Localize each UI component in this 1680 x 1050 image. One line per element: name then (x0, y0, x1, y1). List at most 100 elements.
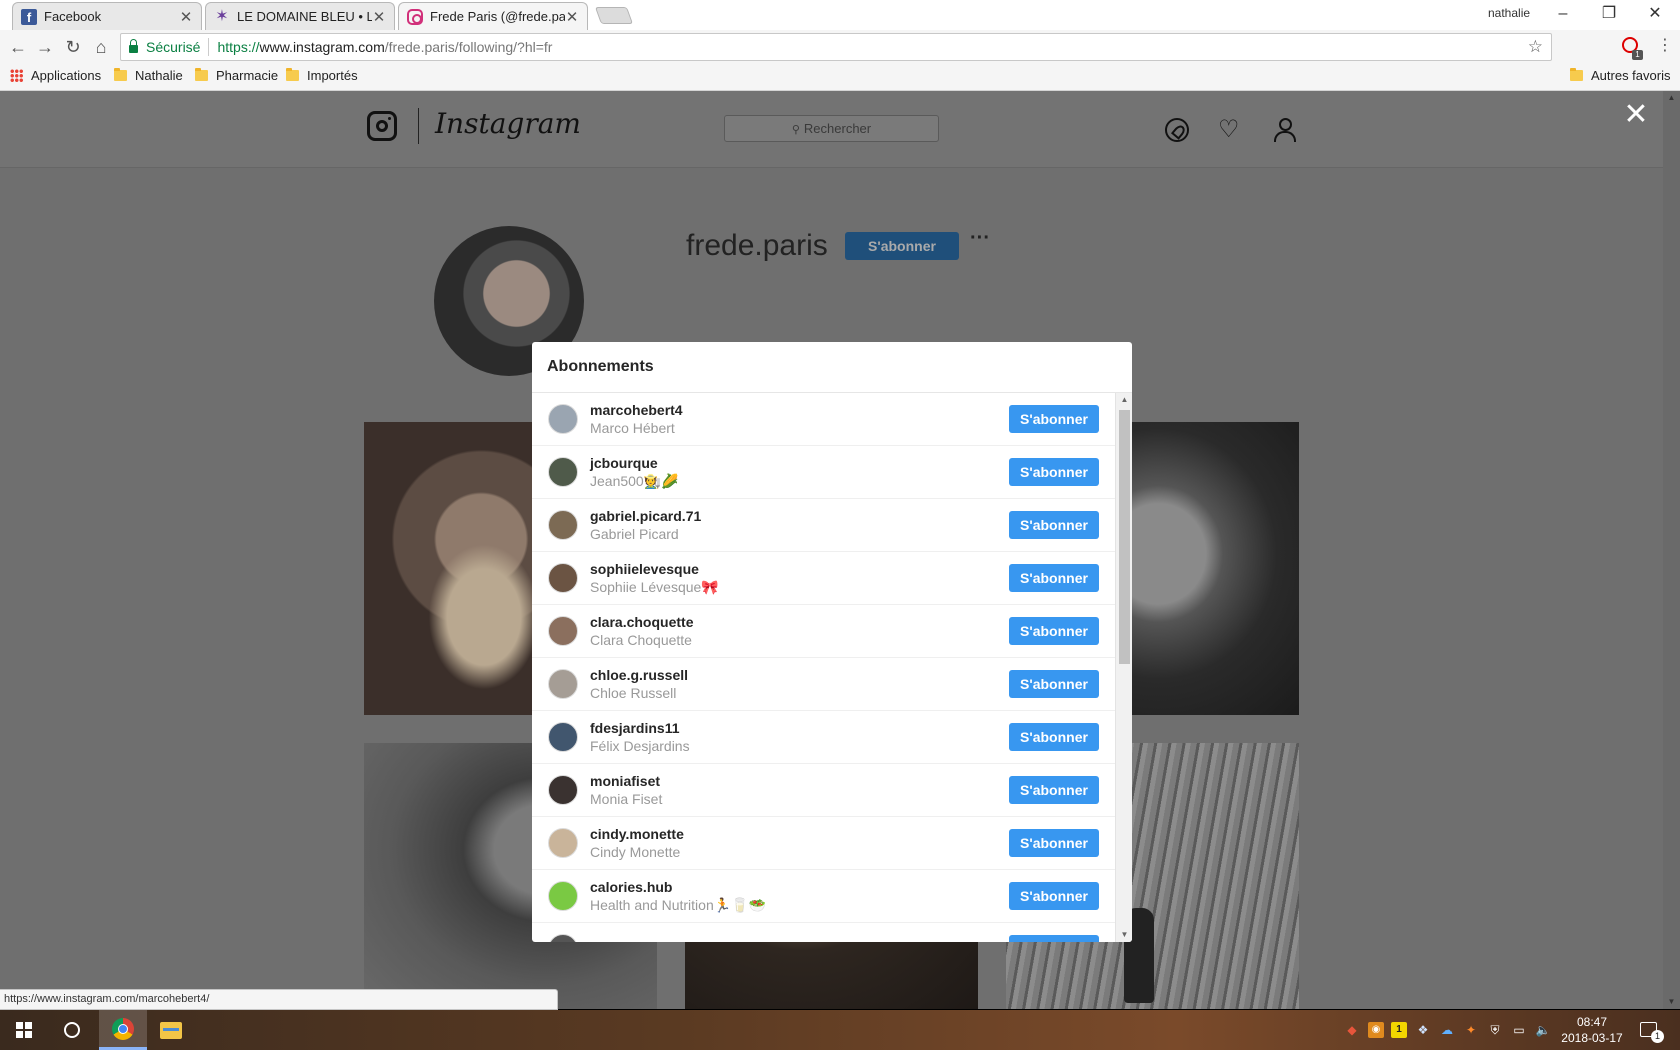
account-username[interactable]: sophiielevesque (590, 560, 1009, 578)
start-button[interactable] (0, 1010, 48, 1050)
account-username[interactable]: marcohebert4 (590, 401, 1009, 419)
more-options-icon[interactable]: ··· (970, 227, 990, 250)
profile-follow-button[interactable]: S'abonner (845, 232, 959, 260)
list-item[interactable]: sophiielevesque Sophiie Lévesque🎀 S'abonne… (532, 552, 1115, 605)
search-input[interactable]: ⚲ Rechercher (724, 115, 939, 142)
close-icon[interactable]: ✕ (372, 8, 386, 26)
tab-instagram[interactable]: Frede Paris (@frede.paris ✕ (398, 2, 588, 30)
list-item[interactable]: calories.hub Health and Nutrition🏃🥛🥗 S'abo… (532, 870, 1115, 923)
tab-facebook[interactable]: f Facebook ✕ (12, 2, 202, 30)
back-button[interactable]: ← (6, 35, 30, 59)
scroll-up-arrow-icon[interactable]: ▲ (1116, 393, 1132, 407)
bookmark-nathalie[interactable]: Nathalie (114, 68, 183, 83)
follow-button[interactable]: S'abonner (1009, 776, 1099, 804)
follow-button[interactable]: S'abonner (1009, 829, 1099, 857)
avatar[interactable] (548, 563, 578, 593)
follow-button[interactable]: S'abonner (1009, 935, 1099, 942)
address-bar[interactable]: Sécurisé https://www.instagram.com/frede… (120, 33, 1552, 61)
secure-label: Sécurisé (146, 39, 201, 55)
minimize-button[interactable]: – (1540, 2, 1586, 26)
home-button[interactable]: ⌂ (89, 35, 113, 59)
tray-app-icon[interactable]: ✦ (1463, 1022, 1479, 1038)
account-username[interactable]: jcbourque (590, 454, 1009, 472)
list-item[interactable]: chloe.g.russell Chloe Russell S'abonner (532, 658, 1115, 711)
list-item[interactable]: marcohebert4 Marco Hébert S'abonner (532, 393, 1115, 446)
profile-user-icon[interactable] (1273, 118, 1297, 142)
avatar[interactable] (548, 934, 578, 942)
tray-app-icon[interactable]: 1 (1391, 1022, 1407, 1038)
reload-button[interactable]: ↻ (61, 35, 85, 59)
list-item[interactable]: moniafiset Monia Fiset S'abonner (532, 764, 1115, 817)
avatar[interactable] (548, 775, 578, 805)
scroll-down-arrow-icon[interactable]: ▼ (1663, 995, 1680, 1009)
url-text[interactable]: https://www.instagram.com/frede.paris/fo… (217, 39, 552, 55)
follow-button[interactable]: S'abonner (1009, 670, 1099, 698)
profile-name[interactable]: nathalie (1488, 6, 1530, 20)
tray-chat-icon[interactable]: ☁ (1439, 1022, 1455, 1038)
account-username[interactable]: fdesjardins11 (590, 719, 1009, 737)
network-icon[interactable]: ▭ (1511, 1022, 1527, 1038)
taskbar-chrome[interactable] (99, 1010, 147, 1050)
bookmark-star-icon[interactable]: ☆ (1528, 37, 1543, 57)
scroll-thumb[interactable] (1119, 410, 1130, 664)
list-item[interactable]: clara.choquette Clara Choquette S'abonner (532, 605, 1115, 658)
avatar[interactable] (548, 881, 578, 911)
account-username[interactable]: clara.choquette (590, 613, 1009, 631)
avatar[interactable] (548, 510, 578, 540)
follow-button[interactable]: S'abonner (1009, 511, 1099, 539)
bookmark-applications[interactable]: Applications (10, 68, 101, 83)
bookmark-pharmacie[interactable]: Pharmacie (195, 68, 278, 83)
account-username[interactable]: gabriel.picard.71 (590, 507, 1009, 525)
scroll-up-arrow-icon[interactable]: ▲ (1663, 91, 1680, 105)
browser-menu-icon[interactable]: ⋮ (1656, 37, 1674, 57)
list-item[interactable]: gabriel.picard.71 Gabriel Picard S'abonner (532, 499, 1115, 552)
volume-icon[interactable]: 🔈 (1535, 1022, 1551, 1038)
follow-button[interactable]: S'abonner (1009, 882, 1099, 910)
account-username[interactable]: chloe.g.russell (590, 666, 1009, 684)
follow-button[interactable]: S'abonner (1009, 564, 1099, 592)
follow-button[interactable]: S'abonner (1009, 405, 1099, 433)
taskbar-file-explorer[interactable] (147, 1010, 195, 1050)
taskbar-clock[interactable]: 08:47 2018-03-17 (1556, 1014, 1628, 1046)
close-icon[interactable]: ✕ (565, 8, 579, 26)
avatar[interactable] (548, 828, 578, 858)
list-item[interactable]: jcbourque Jean500🧑‍🌾🌽 S'abonner (532, 446, 1115, 499)
restore-button[interactable]: ❐ (1586, 2, 1632, 26)
account-names: historyphotographed (590, 940, 1009, 942)
avatar[interactable] (548, 404, 578, 434)
bookmark-importes[interactable]: Importés (286, 68, 358, 83)
list-item[interactable]: historyphotographedS'abonner (532, 923, 1115, 942)
page-scrollbar[interactable]: ▲ ▼ (1663, 91, 1680, 1009)
new-tab-button[interactable] (594, 7, 634, 24)
tray-app-icon[interactable]: ◉ (1368, 1022, 1384, 1038)
follow-button[interactable]: S'abonner (1009, 617, 1099, 645)
dropbox-icon[interactable]: ❖ (1415, 1022, 1431, 1038)
heart-icon[interactable]: ♡ (1218, 118, 1242, 142)
close-window-button[interactable]: ✕ (1632, 2, 1678, 26)
bookmark-other-favorites[interactable]: Autres favoris (1570, 68, 1670, 83)
follow-button[interactable]: S'abonner (1009, 458, 1099, 486)
follow-button[interactable]: S'abonner (1009, 723, 1099, 751)
account-username[interactable]: historyphotographed (590, 940, 1009, 942)
account-username[interactable]: calories.hub (590, 878, 1009, 896)
tab-domaine-bleu[interactable]: ✶ LE DOMAINE BLEU • L'A ✕ (205, 2, 395, 30)
security-shield-icon[interactable]: ⛨ (1487, 1022, 1503, 1038)
cortana-button[interactable] (48, 1010, 96, 1050)
instagram-wordmark[interactable]: Instagram (435, 107, 581, 140)
account-username[interactable]: cindy.monette (590, 825, 1009, 843)
list-item[interactable]: fdesjardins11 Félix Desjardins S'abonner (532, 711, 1115, 764)
modal-scrollbar[interactable]: ▲ ▼ (1115, 393, 1132, 942)
list-item[interactable]: cindy.monette Cindy Monette S'abonner (532, 817, 1115, 870)
tray-app-icon[interactable]: ◆ (1344, 1022, 1360, 1038)
account-username[interactable]: moniafiset (590, 772, 1009, 790)
avatar[interactable] (548, 616, 578, 646)
forward-button[interactable]: → (33, 35, 57, 59)
instagram-logo-icon[interactable] (367, 111, 397, 141)
close-icon[interactable]: ✕ (179, 8, 193, 26)
scroll-down-arrow-icon[interactable]: ▼ (1116, 928, 1132, 942)
avatar[interactable] (548, 722, 578, 752)
close-modal-icon[interactable]: ✕ (1622, 100, 1650, 130)
explore-compass-icon[interactable] (1165, 118, 1189, 142)
avatar[interactable] (548, 669, 578, 699)
avatar[interactable] (548, 457, 578, 487)
